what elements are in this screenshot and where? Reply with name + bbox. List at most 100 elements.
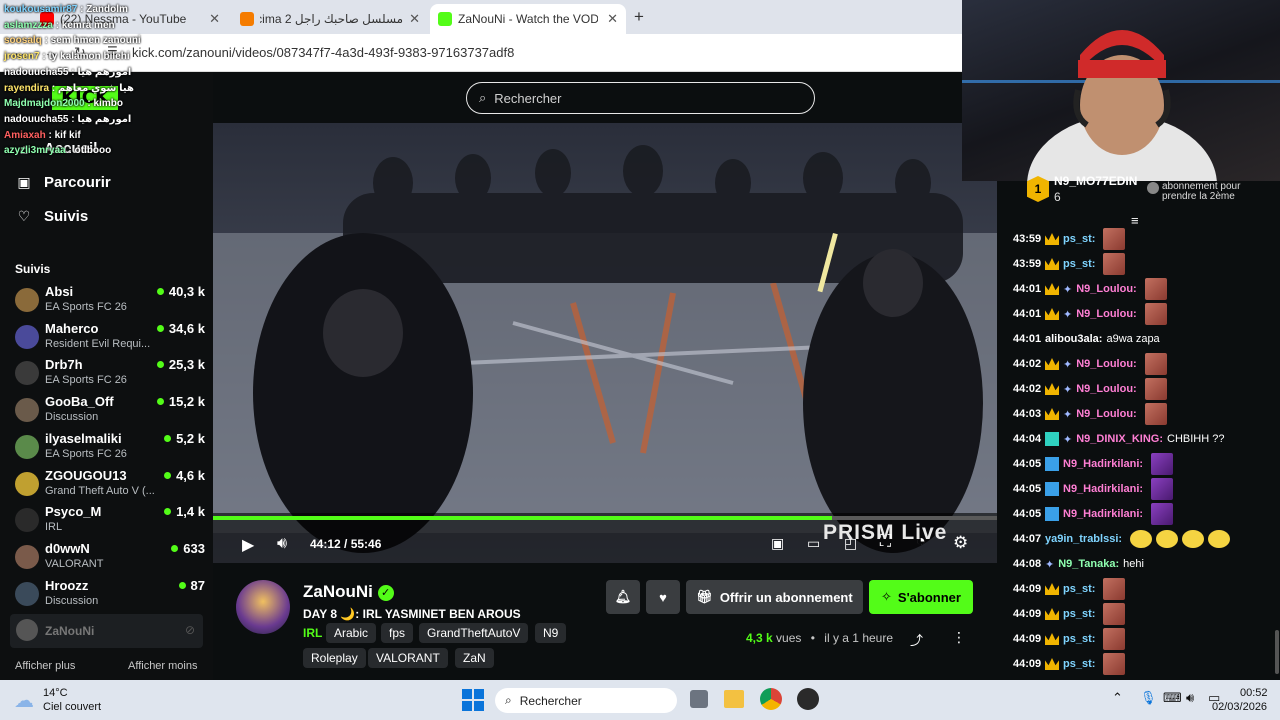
chat-message[interactable]: 44:09 ps_st:	[1013, 578, 1126, 600]
volume-icon[interactable]: 🔊︎	[277, 535, 287, 553]
category-tag[interactable]: Roleplay	[303, 648, 366, 668]
more-options-icon[interactable]: ⋮	[952, 629, 966, 646]
network-icon[interactable]: ⌨	[1163, 690, 1182, 706]
chat-message[interactable]: 44:01 alibou3ala: a9wa zapa	[1013, 328, 1160, 350]
chat-scrollbar[interactable]	[1275, 630, 1279, 674]
followed-channel[interactable]: Drb7h EA Sports FC 26 25,3 k	[15, 357, 205, 393]
tab-kick[interactable]: ZaNouNi - Watch the VOD on K ✕	[430, 4, 626, 34]
progress-bar[interactable]	[213, 516, 997, 520]
followed-channel[interactable]: Hroozz Discussion 87	[15, 578, 205, 614]
file-explorer-icon[interactable]	[724, 690, 744, 708]
chat-message[interactable]: 44:08 ✦ N9_Tanaka: hehi	[1013, 553, 1144, 575]
chat-message[interactable]: 44:05 N9_Hadirkilani:	[1013, 453, 1174, 475]
close-icon[interactable]: ✕	[209, 11, 220, 27]
category-tag[interactable]: fps	[381, 623, 414, 643]
category-tag[interactable]: VALORANT	[368, 648, 448, 668]
gift-sub-button[interactable]: 🎁︎ Offrir un abonnement	[686, 580, 863, 614]
search-input[interactable]: ⌕ Rechercher	[466, 82, 815, 114]
chat-username[interactable]: N9_Loulou:	[1076, 283, 1137, 295]
chrome-icon[interactable]	[760, 688, 782, 710]
chat-collapse-icon[interactable]: ≡	[1131, 213, 1139, 228]
speaker-icon[interactable]: 🔊︎	[1186, 690, 1194, 706]
chat-message[interactable]: 44:09 ps_st:	[1013, 603, 1126, 625]
category-tag[interactable]: N9	[535, 623, 567, 643]
channel-avatar[interactable]	[236, 580, 290, 634]
chat-message[interactable]: 44:02 ✦ N9_Loulou:	[1013, 353, 1167, 375]
chat-message[interactable]: 44:01 ✦ N9_Loulou:	[1013, 303, 1167, 325]
windows-start-icon[interactable]	[462, 689, 484, 711]
close-icon[interactable]: ✕	[409, 11, 420, 27]
video-player[interactable]: PRISM Live	[213, 123, 997, 563]
chat-username[interactable]: alibou3ala:	[1045, 333, 1102, 345]
notification-bell-button[interactable]: 🔔︎	[606, 580, 640, 614]
chat-message[interactable]: 43:59 ps_st:	[1013, 253, 1126, 275]
weather-icon[interactable]: ☁	[14, 688, 34, 713]
chat-message[interactable]: 44:03 ✦ N9_Loulou:	[1013, 403, 1167, 425]
chat-message[interactable]: 44:05 N9_Hadirkilani:	[1013, 478, 1174, 500]
show-less-link[interactable]: Afficher moins	[128, 660, 198, 672]
obs-icon[interactable]	[797, 688, 819, 710]
taskbar-search[interactable]: ⌕ Rechercher	[495, 688, 677, 713]
chat-message[interactable]: 44:09 ps_st:	[1013, 628, 1126, 650]
play-icon[interactable]: ▶	[242, 535, 254, 555]
clip-icon[interactable]: ▣	[771, 535, 784, 552]
chat-message[interactable]: 44:05 N9_Hadirkilani:	[1013, 503, 1174, 525]
close-icon[interactable]: ✕	[607, 11, 618, 27]
chat-username[interactable]: ya9in_trablssi:	[1045, 533, 1122, 545]
chat-username[interactable]: ps_st:	[1063, 258, 1095, 270]
chat-message[interactable]: 44:04 ✦ N9_DINIX_KING: CHBIHH ??	[1013, 428, 1224, 450]
chat-username[interactable]: N9_Hadirkilani:	[1063, 483, 1143, 495]
channel-name[interactable]: ZaNouNi ✓	[303, 582, 394, 602]
show-more-link[interactable]: Afficher plus	[15, 660, 75, 672]
clock-date[interactable]: 02/03/2026	[1212, 701, 1267, 713]
chat-username[interactable]: N9_Loulou:	[1076, 308, 1137, 320]
chat-username[interactable]: ps_st:	[1063, 583, 1095, 595]
nav-following[interactable]: ♡ Suivis	[16, 208, 88, 225]
chat-message[interactable]: 44:01 ✦ N9_Loulou:	[1013, 278, 1167, 300]
weather-temp[interactable]: 14°C	[43, 687, 68, 699]
followed-channel[interactable]: Maherco Resident Evil Requi... 34,6 k	[15, 321, 205, 357]
chevron-up-icon[interactable]: ⌃	[1112, 690, 1123, 706]
chat-message[interactable]: 44:09 ps_st:	[1013, 653, 1126, 675]
nav-browse[interactable]: ▣ Parcourir	[16, 174, 110, 191]
theater-icon[interactable]: ▭	[807, 535, 820, 552]
chat-username[interactable]: N9_Loulou:	[1076, 383, 1137, 395]
category-tag[interactable]: GrandTheftAutoV	[419, 623, 529, 643]
chat-message[interactable]: 44:02 ✦ N9_Loulou:	[1013, 378, 1167, 400]
chat-username[interactable]: N9_Tanaka:	[1058, 558, 1119, 570]
followed-channel[interactable]: ZGOUGOU13 Grand Theft Auto V (... 4,6 k	[15, 468, 205, 504]
chat-message[interactable]: 44:07 ya9in_trablssi:	[1013, 528, 1231, 550]
follow-heart-button[interactable]: ♥	[646, 580, 680, 614]
settings-icon[interactable]: ⚙	[953, 533, 968, 553]
weather-desc[interactable]: Ciel couvert	[43, 701, 101, 713]
chat-username[interactable]: N9_Hadirkilani:	[1063, 508, 1143, 520]
pip-icon[interactable]: ◰	[844, 535, 857, 552]
category-tag[interactable]: Arabic	[326, 623, 377, 643]
share-icon[interactable]: ⤴	[910, 630, 923, 649]
offline-channel[interactable]: ZaNouNi ⊘	[10, 614, 203, 648]
followed-channel[interactable]: Psyco_M IRL 1,4 k	[15, 504, 205, 540]
chat-username[interactable]: ps_st:	[1063, 633, 1095, 645]
category-tag[interactable]: ZaN	[455, 648, 494, 668]
speed-icon[interactable]: ◔	[916, 533, 926, 551]
chat-username[interactable]: N9_DINIX_KING:	[1076, 433, 1163, 445]
chat-username[interactable]: N9_Loulou:	[1076, 408, 1137, 420]
chat-username[interactable]: ps_st:	[1063, 658, 1095, 670]
new-tab-icon[interactable]: +	[634, 7, 644, 27]
followed-channel[interactable]: ilyaselmaliki EA Sports FC 26 5,2 k	[15, 431, 205, 467]
microphone-icon[interactable]: 🎙︎	[1140, 690, 1157, 706]
chat-username[interactable]: N9_Hadirkilani:	[1063, 458, 1143, 470]
clock-time[interactable]: 00:52	[1240, 687, 1268, 699]
chat-username[interactable]: ps_st:	[1063, 608, 1095, 620]
followed-channel[interactable]: GooBa_Off Discussion 15,2 k	[15, 394, 205, 430]
chat-username[interactable]: N9_Loulou:	[1076, 358, 1137, 370]
task-view-icon[interactable]	[690, 690, 708, 708]
category-tag[interactable]: IRL	[303, 623, 322, 643]
url-field[interactable]: kick.com/zanouni/videos/087347f7-4a3d-49…	[132, 45, 514, 60]
followed-channel[interactable]: d0wwN VALORANT 633	[15, 541, 205, 577]
subscribe-button[interactable]: ✧ S'abonner	[869, 580, 973, 614]
fullscreen-icon[interactable]: ⛶	[880, 533, 891, 551]
tab-blogger[interactable]: مسلسل صاحبك راجل 2 atch cima ✕	[232, 4, 428, 34]
followed-channel[interactable]: Absi EA Sports FC 26 40,3 k	[15, 284, 205, 320]
chat-message[interactable]: 43:59 ps_st:	[1013, 228, 1126, 250]
